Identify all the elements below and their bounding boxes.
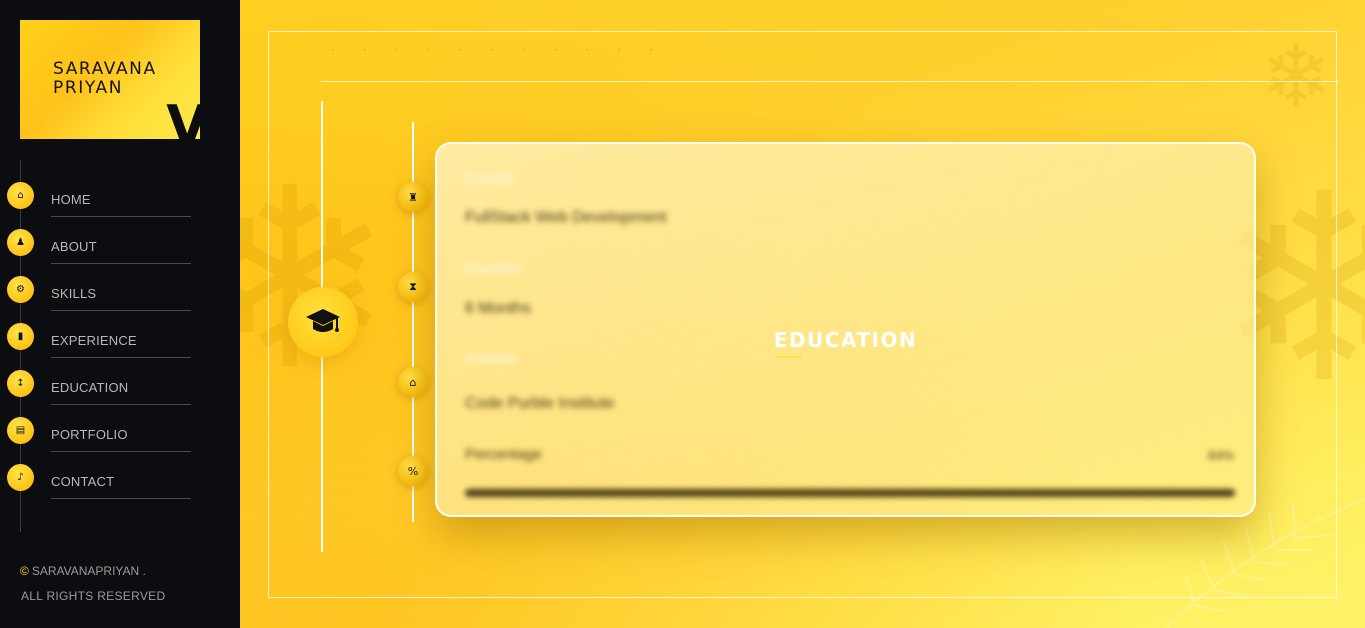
nav-item-contact[interactable]: ♪ CONTACT: [0, 457, 240, 504]
institute-value: Code Purble Institute: [465, 395, 615, 412]
education-section: ❄ ❄ ❄ • • • • • • • • • • • ♜ ⧗ ⌂ % Cour…: [240, 0, 1365, 628]
graduation-icon: ↕: [7, 370, 34, 397]
course-value: FullStack Web Development: [465, 209, 667, 226]
nav-item-about[interactable]: ♟ ABOUT: [0, 222, 240, 269]
duration-icon[interactable]: ⧗: [398, 272, 428, 302]
nav-divider: [51, 451, 191, 452]
nav-divider: [51, 404, 191, 405]
education-badge[interactable]: [288, 287, 358, 357]
title-underline: [776, 356, 802, 358]
copyright-icon: ©: [20, 564, 29, 578]
nav-label: SKILLS: [51, 286, 97, 301]
nav-label: ABOUT: [51, 239, 97, 254]
percentage-label: Percentage: [465, 446, 542, 463]
nav-label: EDUCATION: [51, 380, 129, 395]
percentage-icon[interactable]: %: [398, 456, 428, 486]
nav-label: PORTFOLIO: [51, 427, 128, 442]
section-title: EDUCATION: [773, 328, 918, 352]
home-icon: ⌂: [7, 182, 34, 209]
nav-divider: [51, 216, 191, 217]
graduation-cap-icon: [306, 309, 340, 332]
briefcase-icon: ▮: [7, 323, 34, 350]
footer-rights: ALL RIGHTS RESERVED: [21, 589, 166, 603]
brand-name-line2: PRIYAN: [53, 78, 124, 98]
sidebar: SARAVANA PRIYAN V ⌂ HOME ♟ ABOUT ⚙ SKILL…: [0, 0, 240, 628]
user-icon: ♟: [7, 229, 34, 256]
course-icon[interactable]: ♜: [398, 182, 428, 212]
percentage-value: 84%: [1207, 448, 1234, 463]
gear-icon: ⚙: [7, 276, 34, 303]
course-label: Course: [465, 170, 514, 187]
nav-item-skills[interactable]: ⚙ SKILLS: [0, 269, 240, 316]
percentage-progress-bar: [465, 489, 1235, 497]
institute-label: Institute: [465, 350, 518, 367]
brand-logo[interactable]: SARAVANA PRIYAN V: [20, 20, 200, 139]
nav-item-home[interactable]: ⌂ HOME: [0, 175, 240, 222]
nav-divider: [51, 310, 191, 311]
phone-icon: ♪: [7, 464, 34, 491]
duration-value: 6 Months: [465, 300, 531, 317]
header-divider: [321, 81, 1338, 82]
brand-name-line1: SARAVANA: [53, 59, 157, 79]
loading-dots-icon: • • • • • • • • • • •: [332, 48, 666, 54]
nav-label: EXPERIENCE: [51, 333, 137, 348]
nav-item-experience[interactable]: ▮ EXPERIENCE: [0, 316, 240, 363]
education-card: Course FullStack Web Development Duratio…: [435, 142, 1256, 517]
portfolio-icon: ▤: [7, 417, 34, 444]
duration-label: Duration: [465, 260, 522, 277]
brand-name: SARAVANA PRIYAN: [53, 60, 157, 98]
institute-icon[interactable]: ⌂: [398, 367, 428, 397]
progress-fill: [465, 489, 1235, 497]
brand-mark: V: [166, 94, 200, 140]
nav-divider: [51, 263, 191, 264]
nav-divider: [51, 357, 191, 358]
nav-label: HOME: [51, 192, 91, 207]
nav-divider: [51, 498, 191, 499]
footer-owner: SARAVANAPRIYAN .: [31, 564, 146, 578]
nav-item-portfolio[interactable]: ▤ PORTFOLIO: [0, 410, 240, 457]
nav-label: CONTACT: [51, 474, 115, 489]
footer-copyright: © SARAVANAPRIYAN .: [20, 564, 146, 578]
nav-item-education[interactable]: ↕ EDUCATION: [0, 363, 240, 410]
